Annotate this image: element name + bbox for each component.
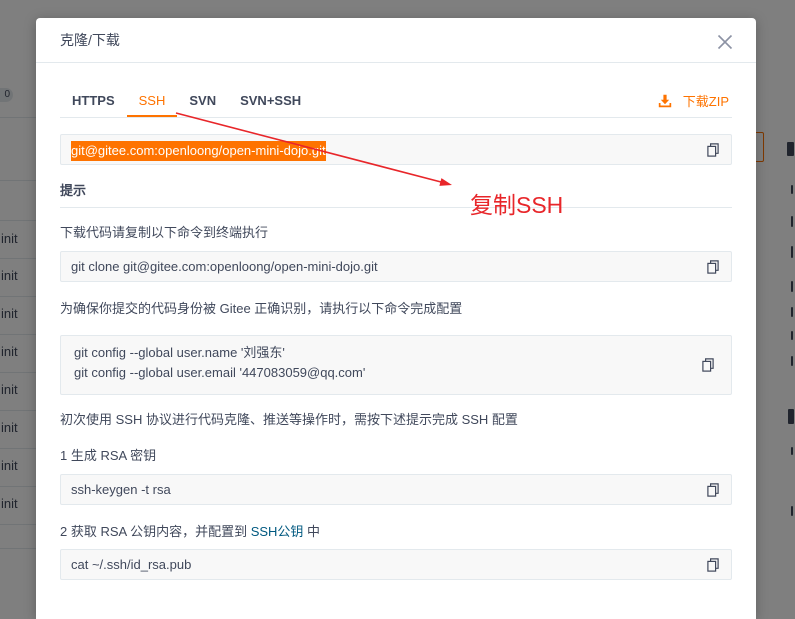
modal-header: 克隆/下载 [36, 18, 756, 63]
copy-config-command-button[interactable] [696, 336, 720, 394]
download-zip-label: 下载ZIP [682, 94, 729, 109]
tips-heading: 提示 [60, 178, 732, 208]
step1-label: 1 生成 RSA 密钥 [60, 448, 157, 463]
config-hint: 为确保你提交的代码身份被 Gitee 正确识别，请执行以下命令完成配置 [60, 301, 463, 316]
tab-https[interactable]: HTTPS [60, 86, 127, 117]
step2-label: 2 获取 RSA 公钥内容，并配置到 SSH公钥 中 [60, 523, 732, 541]
pubkey-command-text: cat ~/.ssh/id_rsa.pub [71, 557, 192, 572]
protocol-tabs: HTTPS SSH SVN SVN+SSH 下载ZIP [60, 86, 732, 118]
download-icon [658, 94, 671, 107]
ssh-key-settings-link[interactable]: SSH公钥 [251, 524, 304, 539]
clone-download-modal: 克隆/下载 HTTPS SSH SVN SVN+SSH 下载ZIP git@gi… [36, 18, 756, 619]
step2-prefix: 2 获取 RSA 公钥内容，并配置到 [60, 524, 251, 539]
keygen-command-text: ssh-keygen -t rsa [71, 482, 171, 497]
clone-url-input[interactable]: git@gitee.com:openloong/open-mini-dojo.g… [60, 134, 732, 165]
clone-command-text: git clone git@gitee.com:openloong/open-m… [71, 259, 378, 274]
copy-pubkey-command-button[interactable] [695, 550, 731, 579]
ssh-config-hint: 初次使用 SSH 协议进行代码克隆、推送等操作时，需按下述提示完成 SSH 配置 [60, 412, 518, 427]
tab-svn[interactable]: SVN [177, 86, 228, 117]
close-icon [717, 34, 733, 50]
copy-icon [707, 482, 719, 497]
clone-command-box: git clone git@gitee.com:openloong/open-m… [60, 251, 732, 282]
copy-icon [707, 142, 719, 157]
copy-clone-url-button[interactable] [695, 135, 731, 164]
close-button[interactable] [717, 34, 733, 50]
pubkey-command-box: cat ~/.ssh/id_rsa.pub [60, 549, 732, 580]
tab-ssh[interactable]: SSH [126, 86, 178, 117]
modal-title: 克隆/下载 [60, 32, 120, 48]
download-zip-button[interactable]: 下载ZIP [658, 86, 729, 115]
annotation-label: 复制SSH [470, 192, 564, 218]
tab-svn-ssh[interactable]: SVN+SSH [228, 86, 313, 117]
copy-icon [702, 358, 714, 372]
copy-keygen-command-button[interactable] [695, 475, 731, 504]
step2-suffix: 中 [303, 524, 321, 539]
copy-icon [707, 557, 719, 572]
clone-hint: 下载代码请复制以下命令到终端执行 [60, 225, 269, 240]
copy-clone-command-button[interactable] [695, 252, 731, 281]
clone-url-text: git@gitee.com:openloong/open-mini-dojo.g… [71, 140, 326, 161]
config-command-box: git config --global user.name '刘强东' git … [60, 335, 732, 395]
keygen-command-box: ssh-keygen -t rsa [60, 474, 732, 505]
config-command-email: git config --global user.email '44708305… [74, 365, 366, 380]
config-command-name: git config --global user.name '刘强东' [74, 345, 285, 360]
copy-icon [707, 259, 719, 274]
